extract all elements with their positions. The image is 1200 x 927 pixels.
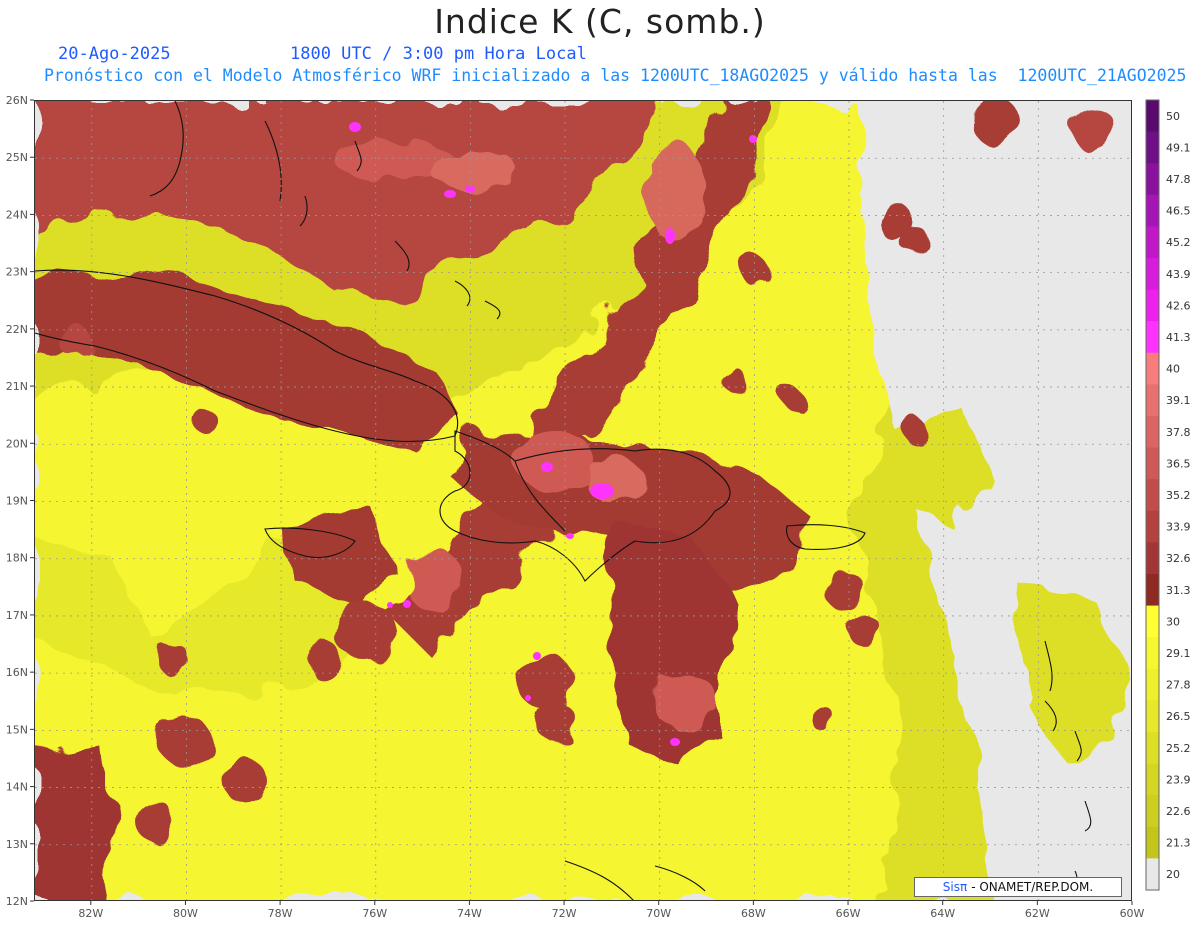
- colorbar-label: 20: [1166, 868, 1180, 881]
- sis-logo: Sisπ: [942, 880, 968, 894]
- colorbar-label: 29.1: [1166, 647, 1191, 660]
- colorbar-swatch: [1146, 289, 1159, 322]
- colorbar-swatch: [1146, 858, 1159, 891]
- lon-tick-label: 72W: [552, 907, 577, 920]
- lon-tick-label: 62W: [1025, 907, 1050, 920]
- colorbar-swatch: [1146, 700, 1159, 733]
- lon-tick-label: 60W: [1120, 907, 1145, 920]
- colorbar-swatch: [1146, 447, 1159, 480]
- colorbar-swatch: [1146, 668, 1159, 701]
- colorbar-swatch: [1146, 226, 1159, 259]
- lat-tick-label: 25N: [6, 151, 28, 164]
- colorbar-swatch: [1146, 637, 1159, 670]
- lon-tick-label: 80W: [173, 907, 198, 920]
- colorbar-outline: [1145, 99, 1160, 891]
- map-title: Indice K (C, somb.): [434, 2, 766, 41]
- lat-tick-label: 18N: [6, 552, 28, 565]
- colorbar-label: 26.5: [1166, 710, 1191, 723]
- forecast-date: 20-Ago-2025: [58, 44, 171, 64]
- colorbar-swatch: [1146, 605, 1159, 638]
- colorbar-label: 33.9: [1166, 521, 1191, 534]
- lat-tick-label: 13N: [6, 838, 28, 851]
- colorbar-swatch: [1146, 131, 1159, 164]
- colorbar-swatch: [1146, 795, 1159, 828]
- colorbar-swatch: [1146, 763, 1159, 796]
- lon-tick-label: 68W: [741, 907, 766, 920]
- credit-text: - ONAMET/REP.DOM.: [971, 880, 1094, 894]
- colorbar-swatch: [1146, 100, 1159, 133]
- lat-tick-label: 19N: [6, 495, 28, 508]
- colorbar-swatch: [1146, 542, 1159, 575]
- lat-tick-label: 14N: [6, 781, 28, 794]
- forecast-time: 1800 UTC / 3:00 pm Hora Local: [290, 44, 587, 64]
- colorbar-label: 41.3: [1166, 331, 1191, 344]
- colorbar-label: 25.2: [1166, 742, 1191, 755]
- colorbar-label: 30: [1166, 615, 1180, 628]
- colorbar-label: 36.5: [1166, 457, 1191, 470]
- colorbar-label: 21.3: [1166, 837, 1191, 850]
- lon-tick-label: 66W: [836, 907, 861, 920]
- colorbar-label: 47.8: [1166, 173, 1191, 186]
- colorbar-label: 46.5: [1166, 205, 1191, 218]
- colorbar: 50 49.1 47.8 46.5 45.2 43.9 42.6 41.3 40 39.1 37.8…: [1145, 99, 1191, 891]
- lat-tick-label: 15N: [6, 723, 28, 736]
- longitude-labels: 82W 80W 78W 76W 74W 72W 70W 68W 66W 64W 62W 60W: [78, 901, 1145, 920]
- lat-tick-label: 24N: [6, 208, 28, 221]
- colorbar-label: 42.6: [1166, 299, 1191, 312]
- colorbar-label: 31.3: [1166, 584, 1191, 597]
- map-panel: [34, 100, 1132, 901]
- lat-tick-label: 20N: [6, 437, 28, 450]
- colorbar-swatch: [1146, 510, 1159, 543]
- colorbar-label: 23.9: [1166, 773, 1191, 786]
- colorbar-label: 32.6: [1166, 552, 1191, 565]
- latitude-labels: 26N 25N 24N 23N 22N 21N 20N 19N 18N 17N 16N 15N 14N 1…: [6, 94, 34, 908]
- colorbar-label: 49.1: [1166, 141, 1191, 154]
- lon-tick-label: 74W: [457, 907, 482, 920]
- colorbar-swatch: [1146, 416, 1159, 449]
- lat-tick-label: 22N: [6, 323, 28, 336]
- lon-tick-label: 82W: [78, 907, 103, 920]
- colorbar-swatch: [1146, 826, 1159, 859]
- colorbar-swatch: [1146, 194, 1159, 227]
- colorbar-swatch: [1146, 321, 1159, 354]
- lat-tick-label: 21N: [6, 380, 28, 393]
- lat-tick-label: 23N: [6, 266, 28, 279]
- lat-tick-label: 12N: [6, 895, 28, 908]
- colorbar-swatch: [1146, 163, 1159, 196]
- lat-tick-label: 26N: [6, 94, 28, 107]
- colorbar-label: 35.2: [1166, 489, 1191, 502]
- colorbar-label: 43.9: [1166, 268, 1191, 281]
- lon-tick-label: 70W: [646, 907, 671, 920]
- colorbar-label: 50: [1166, 110, 1180, 123]
- colorbar-swatch: [1146, 479, 1159, 512]
- lon-tick-label: 76W: [362, 907, 387, 920]
- lat-tick-label: 16N: [6, 666, 28, 679]
- colorbar-swatch: [1146, 384, 1159, 417]
- lon-tick-label: 64W: [930, 907, 955, 920]
- model-description: Pronóstico con el Modelo Atmosférico WRF…: [44, 66, 1187, 85]
- lon-tick-label: 78W: [268, 907, 293, 920]
- colorbar-label: 39.1: [1166, 394, 1191, 407]
- colorbar-label: 37.8: [1166, 426, 1191, 439]
- colorbar-swatch: [1146, 352, 1159, 385]
- k-index-field: [35, 101, 1131, 900]
- lat-tick-label: 17N: [6, 609, 28, 622]
- colorbar-label: 27.8: [1166, 679, 1191, 692]
- colorbar-label: 40: [1166, 363, 1180, 376]
- colorbar-swatch: [1146, 574, 1159, 607]
- credit-box: Sisπ - ONAMET/REP.DOM.: [914, 877, 1122, 897]
- colorbar-label: 45.2: [1166, 236, 1191, 249]
- colorbar-swatch: [1146, 732, 1159, 765]
- colorbar-swatch: [1146, 258, 1159, 291]
- colorbar-label: 22.6: [1166, 805, 1191, 818]
